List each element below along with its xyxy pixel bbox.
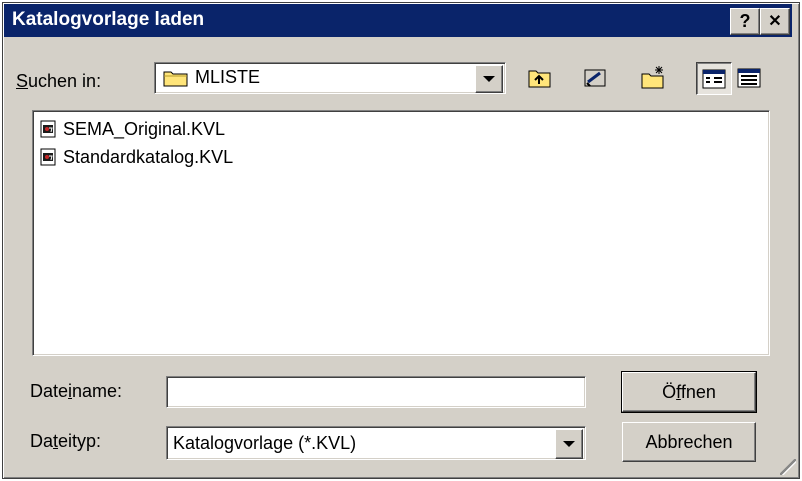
open-button[interactable]: Öffnen	[621, 371, 757, 413]
up-one-level-icon	[528, 70, 551, 88]
list-view-button[interactable]	[696, 62, 732, 95]
desktop-icon	[584, 69, 606, 87]
resize-grip-icon[interactable]	[780, 459, 796, 475]
kvl-file-icon	[40, 148, 56, 166]
look-in-label: Suchen in:	[16, 71, 102, 91]
look-in-value: MLISTE	[195, 67, 261, 87]
cancel-button[interactable]: Abbrechen	[622, 422, 756, 462]
folder-icon	[163, 71, 188, 87]
help-button[interactable]: ?	[730, 8, 760, 35]
file-name: Standardkatalog.KVL	[63, 146, 234, 167]
filetype-label: Dateityp:	[30, 431, 102, 451]
details-view-button[interactable]	[732, 62, 766, 93]
filetype-value: Katalogvorlage (*.KVL)	[173, 433, 357, 453]
file-name: SEMA_Original.KVL	[63, 118, 226, 139]
list-view-icon	[702, 69, 726, 89]
filename-label: Dateiname:	[30, 381, 123, 401]
list-item[interactable]: SEMA_Original.KVL	[39, 117, 225, 141]
close-button[interactable]: ✕	[760, 8, 790, 35]
new-folder-button[interactable]	[636, 62, 670, 93]
filetype-combobox[interactable]: Katalogvorlage (*.KVL)	[166, 426, 586, 460]
new-folder-icon	[641, 66, 664, 89]
list-item[interactable]: Standardkatalog.KVL	[39, 145, 233, 169]
chevron-down-icon	[483, 76, 495, 82]
file-list[interactable]: SEMA_Original.KVL Standardkatalog.KVL	[32, 110, 770, 356]
up-one-level-button[interactable]	[522, 62, 556, 93]
desktop-button[interactable]	[578, 62, 612, 93]
chevron-down-icon	[563, 441, 575, 447]
kvl-file-icon	[40, 120, 56, 138]
filename-input[interactable]	[166, 376, 586, 408]
look-in-combobox[interactable]: MLISTE	[154, 62, 506, 94]
look-in-dropdown-button[interactable]	[475, 65, 503, 93]
details-view-icon	[737, 68, 761, 88]
title-bar[interactable]: Katalogvorlage laden ? ✕	[4, 4, 792, 37]
window-title: Katalogvorlage laden	[12, 9, 205, 30]
filetype-dropdown-button[interactable]	[555, 429, 583, 459]
